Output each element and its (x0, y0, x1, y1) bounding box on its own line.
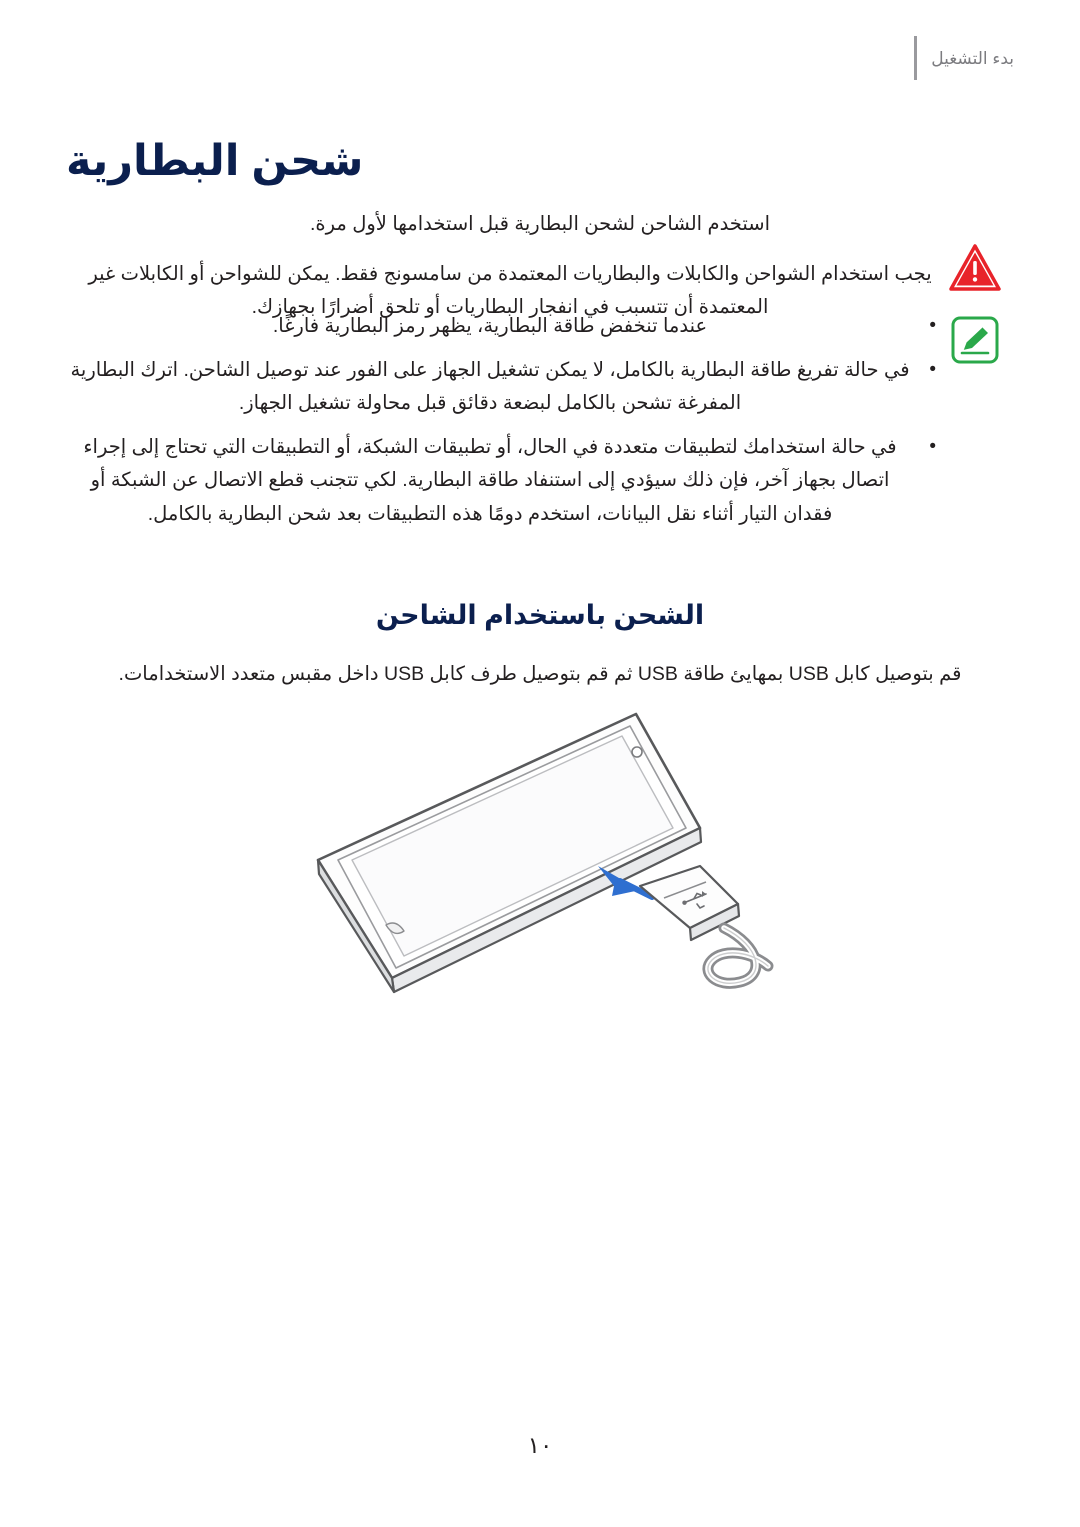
note-pencil-icon (951, 316, 999, 364)
intro-paragraph: استخدم الشاحن لشحن البطارية قبل استخدامه… (309, 212, 771, 235)
usb-instruction-paragraph: قم بتوصيل كابل USB بمهايئ طاقة USB ثم قم… (118, 662, 962, 685)
running-header: بدء التشغيل (914, 36, 1014, 80)
manual-page: بدء التشغيل شحن البطارية استخدم الشاحن ل… (0, 0, 1080, 1527)
note-icon-column (936, 310, 1014, 364)
warning-triangle-icon (949, 244, 1001, 292)
running-header-rule (914, 36, 918, 80)
page-number: ١٠ (527, 1432, 553, 1458)
list-item: في حالة استخدامك لتطبيقات متعددة في الحا… (66, 431, 936, 532)
running-header-text: بدء التشغيل (931, 48, 1014, 68)
section-title: الشحن باستخدام الشاحن (375, 600, 705, 631)
list-item: في حالة تفريغ طاقة البطارية بالكامل، لا … (66, 354, 936, 421)
page-title: شحن البطارية (66, 136, 364, 185)
note-list: عندما تنخفض طاقة البطارية، يظهر رمز البط… (66, 310, 936, 541)
list-item: عندما تنخفض طاقة البطارية، يظهر رمز البط… (66, 310, 936, 344)
note-block: عندما تنخفض طاقة البطارية، يظهر رمز البط… (66, 310, 1014, 541)
tablet-with-usb-cable-illustration (0, 690, 1080, 1020)
warning-icon-column (936, 238, 1014, 292)
